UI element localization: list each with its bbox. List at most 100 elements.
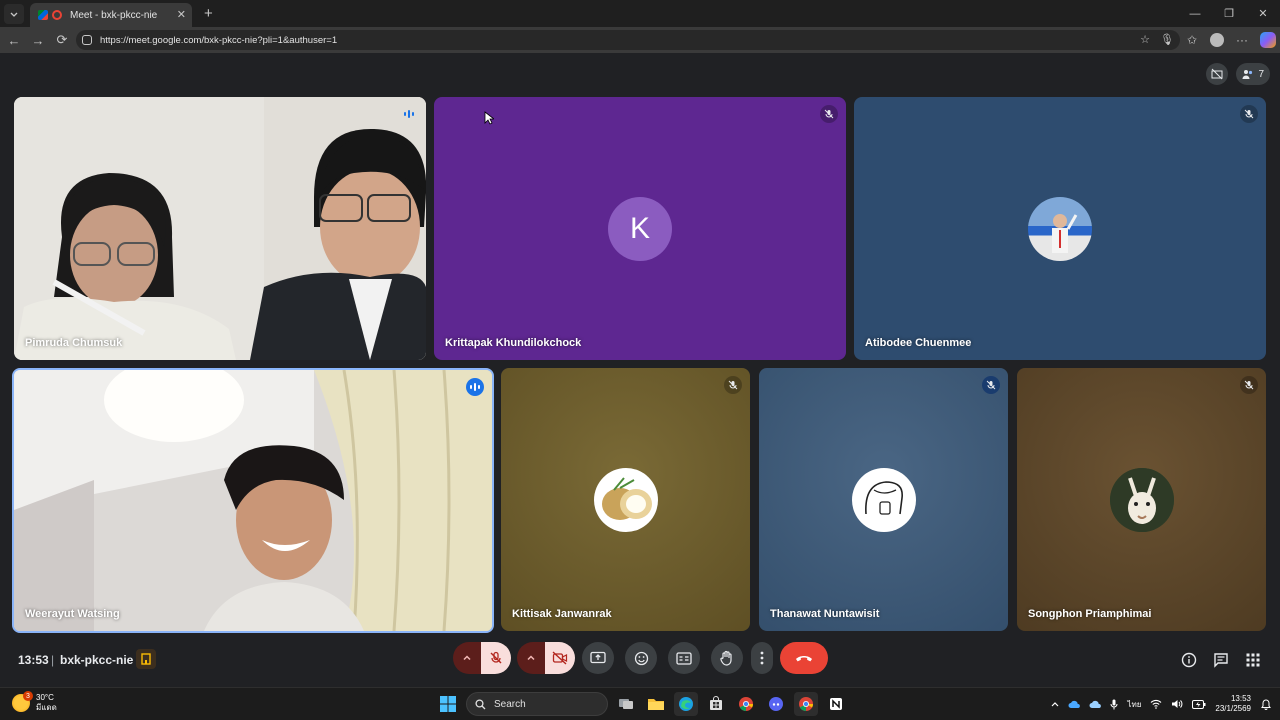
camera-off-badge[interactable] [1206,63,1229,85]
chevron-up-icon [1051,702,1059,707]
participant-tile-active[interactable]: Weerayut Watsing [12,368,494,633]
meeting-controls-bar: 13:53 | bxk-pkcc-nie [0,640,1280,687]
site-info-icon[interactable] [82,35,92,45]
search-placeholder: Search [494,698,526,710]
close-window-button[interactable]: ✕ [1246,0,1280,27]
present-screen-button[interactable] [582,642,614,674]
meeting-info-button[interactable] [1179,650,1199,670]
wifi-icon[interactable] [1150,699,1162,709]
leave-call-button[interactable] [780,642,828,674]
chrome-icon [799,697,814,712]
mic-off-icon [728,380,738,390]
host-controls-icon[interactable] [136,649,156,669]
participant-tile[interactable]: Songphon Priamphimai [1017,368,1266,631]
weather-widget[interactable]: 3 30°C มีแดด [12,691,57,713]
restore-button[interactable]: ❐ [1212,0,1246,27]
tab-list-button[interactable] [4,3,24,24]
browser-tab-bar: Meet - bxk-pkcc-nie ✕ + — ❐ ✕ [0,0,1280,27]
windows-logo-icon [440,696,456,712]
coconut-photo [601,476,652,520]
participant-name: Kittisak Janwanrak [512,608,612,620]
onedrive-personal-icon[interactable] [1089,700,1102,709]
copilot-icon[interactable] [1260,32,1276,48]
task-view-button[interactable] [614,692,638,716]
notion-app-button[interactable] [824,692,848,716]
muted-indicator [1240,376,1258,394]
file-explorer-button[interactable] [644,692,668,716]
system-tray: ไทย 13:53 23/1/2569 [1051,694,1272,714]
minimize-button[interactable]: — [1178,0,1212,27]
avatar [1028,196,1092,261]
discord-app-button[interactable] [764,692,788,716]
start-button[interactable] [436,692,460,716]
avatar: K [608,196,672,261]
captions-button[interactable] [668,642,700,674]
reactions-button[interactable] [625,642,657,674]
speaking-indicator [400,105,418,123]
forward-button[interactable]: → [26,28,50,52]
meet-favicon-icon [38,10,48,20]
profile-photo [1052,213,1078,253]
participant-tile[interactable]: K Krittapak Khundilokchock [434,97,846,360]
participant-tile[interactable]: Thanawat Nuntawisit [759,368,1008,631]
more-options-button[interactable] [751,642,773,674]
favorites-icon[interactable]: ✩ [1182,29,1202,51]
search-icon [475,698,486,709]
participant-tile[interactable]: Atibodee Chuenmee [854,97,1266,360]
microphone-icon[interactable]: 🎙︎ [1160,33,1174,46]
battery-icon[interactable] [1192,699,1206,709]
weather-temp: 30°C [36,693,54,702]
windows-taskbar: 3 30°C มีแดด Search ไทย 13:53 23/1/2569 [0,687,1280,720]
separator: | [51,653,55,667]
raise-hand-button[interactable] [711,642,743,674]
chrome-profile-app-button[interactable] [794,692,818,716]
participants-button[interactable]: 7 [1236,63,1270,85]
microphone-tray-icon[interactable] [1110,699,1118,710]
speaker-icon [1172,700,1183,708]
avatar [851,467,916,532]
address-bar[interactable]: https://meet.google.com/bxk-pkcc-nie?pli… [76,30,1180,50]
info-icon [1181,652,1197,668]
more-menu-icon[interactable]: ··· [1232,29,1252,51]
phone-hangup-icon [796,656,812,662]
tab-title: Meet - bxk-pkcc-nie [70,9,158,21]
chat-icon [1214,653,1228,668]
chrome-app-button[interactable] [734,692,758,716]
people-icon [1242,70,1253,79]
language-indicator[interactable]: ไทย [1127,698,1141,711]
chat-button[interactable] [1211,650,1231,670]
cloud-icon [1089,700,1102,708]
reload-button[interactable]: ⟳ [50,28,74,52]
camera-toggle-button[interactable] [545,642,575,674]
back-button[interactable]: ← [2,28,26,52]
profile-avatar[interactable] [1210,33,1224,47]
chrome-icon [739,697,754,712]
audio-options-button[interactable] [453,642,481,674]
clock-widget[interactable]: 13:53 23/1/2569 [1215,694,1251,714]
participant-count: 7 [1258,68,1264,80]
muted-indicator [1240,105,1258,123]
new-tab-button[interactable]: + [204,5,213,22]
microphone-toggle-button[interactable] [481,642,511,674]
microphone-icon [1110,699,1118,709]
browser-toolbar: ← → ⟳ https://meet.google.com/bxk-pkcc-n… [0,27,1280,53]
notifications-button[interactable] [1260,698,1272,710]
store-icon [710,696,722,710]
onedrive-icon[interactable] [1068,700,1081,709]
edge-app-button[interactable] [674,692,698,716]
volume-icon[interactable] [1171,699,1183,709]
browser-tab-meet[interactable]: Meet - bxk-pkcc-nie ✕ [30,3,192,27]
activities-button[interactable] [1243,650,1263,670]
video-options-button[interactable] [517,642,545,674]
audio-level-icon [404,110,414,118]
edge-icon [679,697,693,711]
chevron-down-icon [10,12,18,17]
show-hidden-icons-button[interactable] [1051,701,1059,707]
star-icon[interactable]: ☆ [1140,33,1150,46]
captions-icon [676,651,692,665]
close-tab-icon[interactable]: ✕ [177,8,186,21]
taskbar-search[interactable]: Search [466,692,608,716]
store-app-button[interactable] [704,692,728,716]
participant-tile[interactable]: Kittisak Janwanrak [501,368,750,631]
participant-tile[interactable]: Pimruda Chumsuk [14,97,426,360]
